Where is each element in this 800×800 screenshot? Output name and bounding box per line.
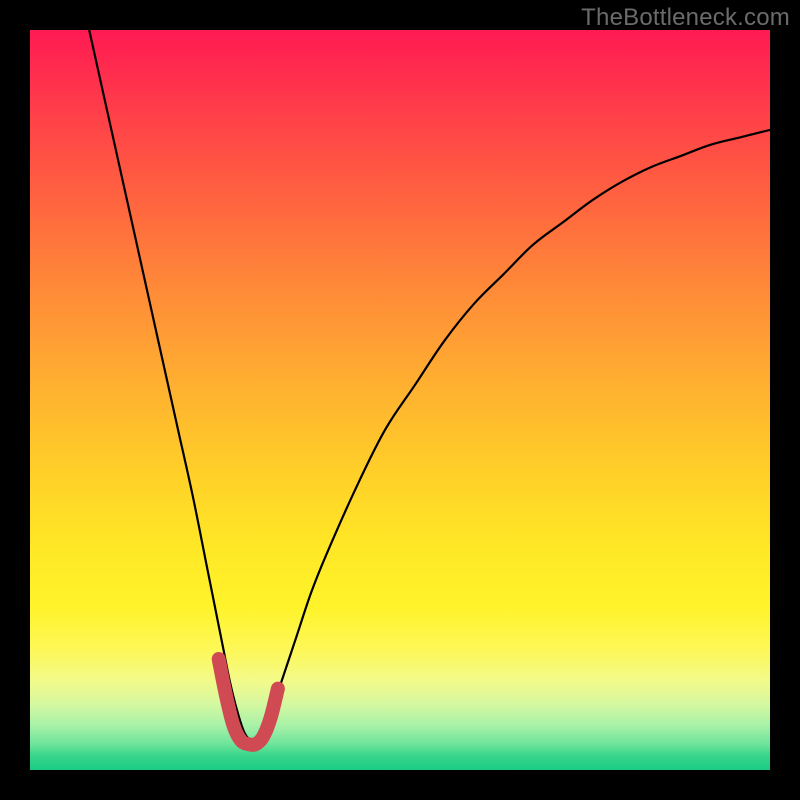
- plot-area: [30, 30, 770, 770]
- watermark-text: TheBottleneck.com: [581, 4, 790, 32]
- valley-highlight: [219, 659, 278, 745]
- curve-layer: [30, 30, 770, 770]
- outer-black-frame: TheBottleneck.com: [0, 0, 800, 800]
- bottleneck-curve: [89, 30, 770, 742]
